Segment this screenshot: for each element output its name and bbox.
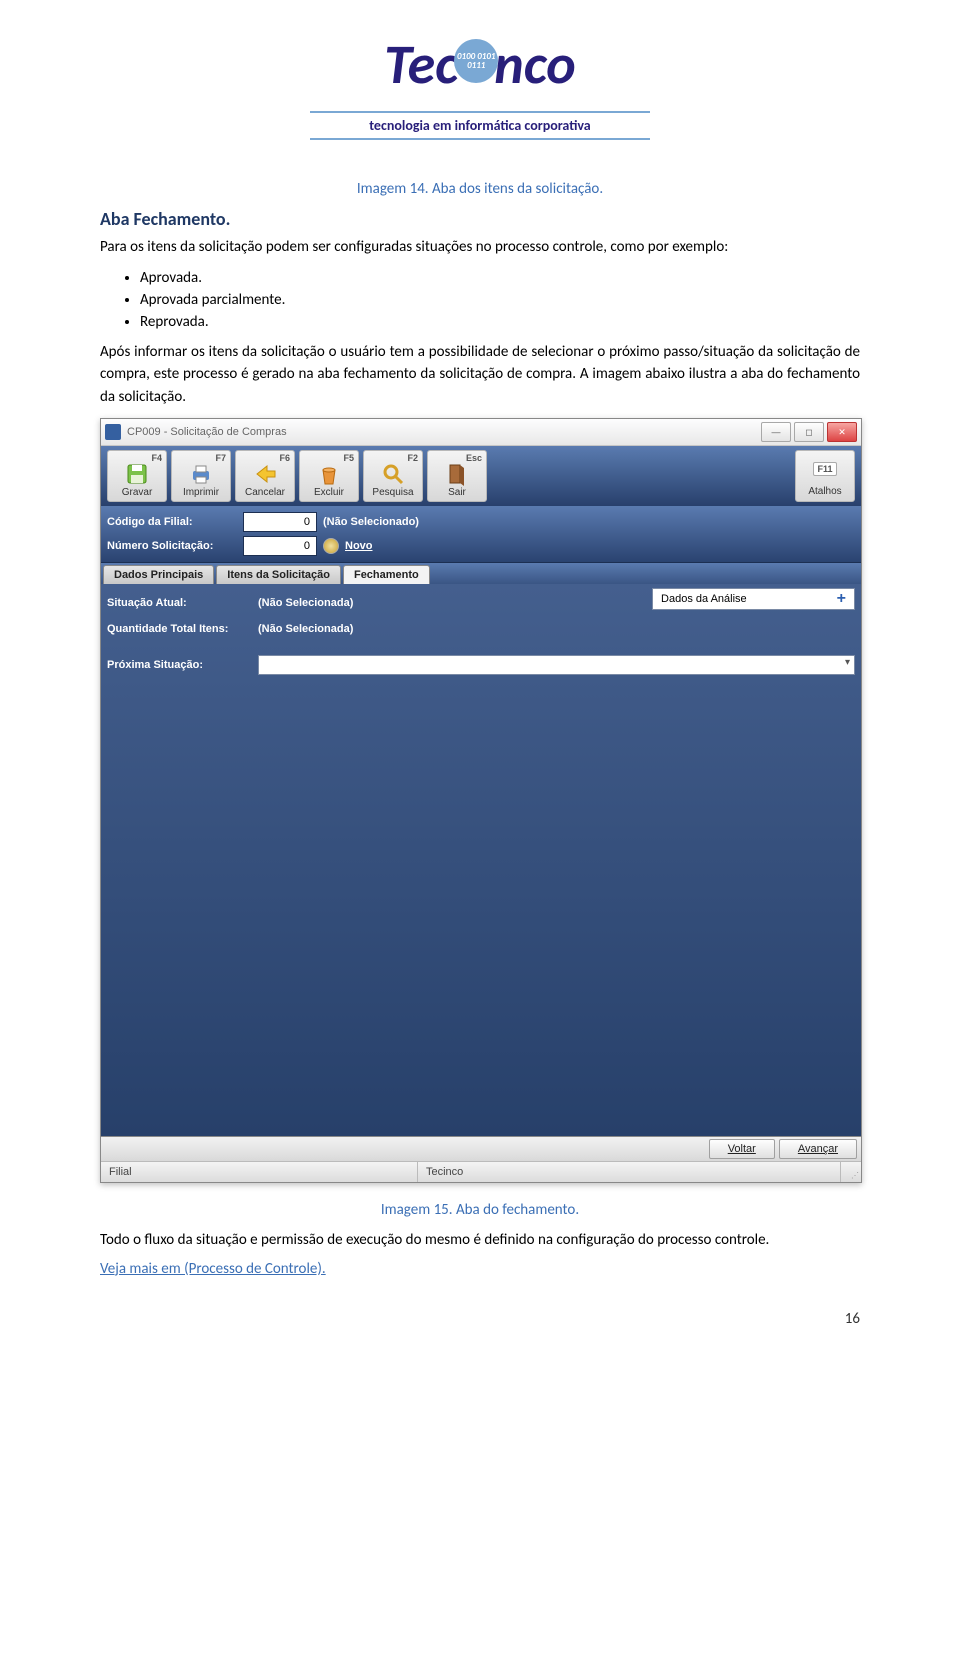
- bullet-list: Aprovada. Aprovada parcialmente. Reprova…: [100, 269, 860, 331]
- sair-button[interactable]: Esc Sair: [427, 450, 487, 502]
- tool-label: Imprimir: [183, 487, 219, 498]
- section-heading: Aba Fechamento.: [100, 208, 860, 230]
- tool-label: Atalhos: [808, 486, 841, 497]
- titlebar: CP009 - Solicitação de Compras — ◻ ✕: [101, 419, 861, 446]
- cancelar-button[interactable]: F6 Cancelar: [235, 450, 295, 502]
- status-tecinco: Tecinco: [418, 1162, 841, 1182]
- analysis-label: Dados da Análise: [661, 593, 747, 605]
- figure-caption-15: Imagem 15. Aba do fechamento.: [100, 1201, 860, 1219]
- window-title: CP009 - Solicitação de Compras: [127, 426, 761, 438]
- shortcut-label: F7: [215, 453, 226, 463]
- tool-label: Excluir: [314, 487, 344, 498]
- logo-tagline: tecnologia em informática corporativa: [369, 117, 590, 134]
- atalhos-button[interactable]: F11 Atalhos: [795, 450, 855, 502]
- tool-label: Cancelar: [245, 487, 285, 498]
- situacao-atual-value: (Não Selecionada): [258, 597, 353, 609]
- logo-brand-left: Tec: [384, 40, 458, 90]
- excluir-button[interactable]: F5 Excluir: [299, 450, 359, 502]
- shortcut-label: Esc: [466, 453, 482, 463]
- status-filial: Filial: [101, 1162, 418, 1182]
- close-button[interactable]: ✕: [827, 422, 857, 442]
- print-icon: [188, 462, 214, 486]
- shortcut-label: F6: [279, 453, 290, 463]
- toolbar: F4 Gravar F7 Imprimir F6 Cancelar F5 Exc…: [101, 446, 861, 506]
- proxima-situacao-label: Próxima Situação:: [107, 659, 252, 671]
- avancar-button[interactable]: Avançar: [779, 1139, 857, 1159]
- shortcut-label: F11: [813, 462, 836, 476]
- tab-itens-solicitacao[interactable]: Itens da Solicitação: [216, 565, 341, 584]
- app-window: CP009 - Solicitação de Compras — ◻ ✕ F4 …: [100, 418, 862, 1183]
- door-icon: [444, 462, 470, 486]
- bullet-item: Aprovada parcialmente.: [140, 291, 860, 309]
- search-icon: [380, 462, 406, 486]
- shortcut-label: F4: [151, 453, 162, 463]
- qtd-total-label: Quantidade Total Itens:: [107, 623, 252, 635]
- processo-controle-link[interactable]: Veja mais em (Processo de Controle).: [100, 1260, 326, 1278]
- imprimir-button[interactable]: F7 Imprimir: [171, 450, 231, 502]
- dados-analise-button[interactable]: Dados da Análise +: [652, 588, 855, 610]
- save-icon: [124, 462, 150, 486]
- bullet-item: Reprovada.: [140, 313, 860, 331]
- qtd-total-value: (Não Selecionada): [258, 623, 353, 635]
- pesquisa-button[interactable]: F2 Pesquisa: [363, 450, 423, 502]
- logo: Tec 0100 0101 0111 nco tecnologia em inf…: [310, 40, 650, 140]
- figure-caption-14: Imagem 14. Aba dos itens da solicitação.: [100, 180, 860, 198]
- numero-label: Número Solicitação:: [107, 540, 237, 552]
- paragraph-3: Todo o fluxo da situação e permissão de …: [100, 1229, 860, 1252]
- novo-button[interactable]: Novo: [345, 540, 373, 552]
- gravar-button[interactable]: F4 Gravar: [107, 450, 167, 502]
- proxima-situacao-dropdown[interactable]: [258, 655, 855, 675]
- logo-brand-right: nco: [494, 40, 576, 90]
- form-area: Dados da Análise + Situação Atual: (Não …: [101, 584, 861, 1136]
- shortcut-label: F5: [343, 453, 354, 463]
- tool-label: Sair: [448, 487, 466, 498]
- filial-input[interactable]: 0: [243, 512, 317, 532]
- voltar-button[interactable]: Voltar: [709, 1139, 775, 1159]
- situacao-atual-label: Situação Atual:: [107, 597, 252, 609]
- maximize-button[interactable]: ◻: [794, 422, 824, 442]
- bullet-item: Aprovada.: [140, 269, 860, 287]
- status-bar: Filial Tecinco ⋰: [101, 1161, 861, 1182]
- tab-bar: Dados Principais Itens da Solicitação Fe…: [101, 562, 861, 584]
- tab-dados-principais[interactable]: Dados Principais: [103, 565, 214, 584]
- app-icon: [105, 424, 121, 440]
- page-number: 16: [100, 1310, 860, 1328]
- resize-grip-icon[interactable]: ⋰: [841, 1162, 861, 1182]
- paragraph-1: Para os itens da solicitação podem ser c…: [100, 236, 860, 259]
- footer-buttons: Voltar Avançar: [101, 1136, 861, 1161]
- header-panel: Código da Filial: 0 (Não Selecionado) Nú…: [101, 506, 861, 562]
- gear-icon[interactable]: [323, 538, 339, 554]
- trash-icon: [316, 462, 342, 486]
- tool-label: Gravar: [122, 487, 153, 498]
- numero-input[interactable]: 0: [243, 536, 317, 556]
- filial-label: Código da Filial:: [107, 516, 237, 528]
- back-arrow-icon: [252, 462, 278, 486]
- tab-fechamento[interactable]: Fechamento: [343, 565, 430, 584]
- paragraph-2: Após informar os itens da solicitação o …: [100, 341, 860, 409]
- minimize-button[interactable]: —: [761, 422, 791, 442]
- tool-label: Pesquisa: [372, 487, 413, 498]
- plus-icon: +: [837, 590, 846, 608]
- logo-dot-icon: 0100 0101 0111: [454, 39, 498, 83]
- shortcut-label: F2: [407, 453, 418, 463]
- filial-name: (Não Selecionado): [323, 516, 419, 528]
